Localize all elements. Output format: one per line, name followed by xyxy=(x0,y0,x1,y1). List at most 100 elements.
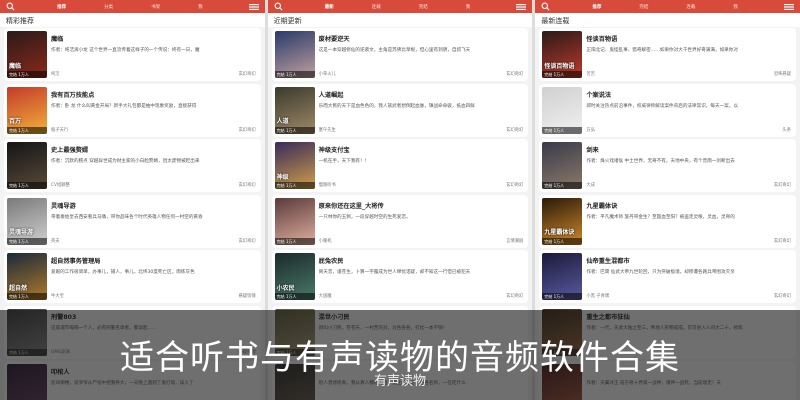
book-description: 一机在手，天下我有！！ xyxy=(318,159,370,164)
book-narrator: 纯洁 xyxy=(51,72,60,77)
tab-item[interactable]: 完结 xyxy=(639,4,648,10)
book-description: 这是一本穿越修仙的逆袭文，主角是苏佛比草根，但心里有洞阴，自叔飞天 xyxy=(318,48,471,53)
book-title[interactable]: 灵魂导游 xyxy=(51,201,76,210)
book-narrator: 小黑 子青啸 xyxy=(586,294,610,299)
book-title[interactable]: 原来你还在这里_大将传 xyxy=(319,201,384,210)
book-description: 即时关注热点前沿事件，权威律师解读案件背后的法律常识，每天一案，以 xyxy=(586,103,738,109)
book-genre: 言情潮剧 xyxy=(506,238,524,244)
book-card[interactable]: 神级 完结 1万人 神级支付宝 一机在手，天下我有！！ 慢跑听书 玄幻奇幻 xyxy=(271,139,529,192)
cover-badge: 完结 1万人 xyxy=(542,126,583,134)
book-title[interactable]: 废材要逆天 xyxy=(319,34,350,43)
book-card[interactable]: 怪谈百物语 完结 1万人 怪谈百物语 正阳北记、鬼怪乱事、猎奇解密……如果你对大千世界… xyxy=(539,28,797,81)
section-title: 近期更新 xyxy=(267,13,533,27)
book-title[interactable]: 九星霸体诀 xyxy=(586,201,617,210)
book-card[interactable]: 魔临 完结 1万人 魔临作者：纯洁滴小龙 这个世界一直流传着这样子的一个传说：终有一… xyxy=(4,28,261,81)
book-title[interactable]: 史上最强赘婿 xyxy=(51,145,88,154)
book-narrator: 牛大宝 xyxy=(51,294,64,299)
book-description: 作者：纯洁滴小龙 这个世界一直流传着这样子的一个传说：终有一日，魔 xyxy=(51,48,200,53)
tab-item[interactable]: 推荐 xyxy=(57,4,66,10)
book-card[interactable]: 完结 1万人 废材要逆天这是一本穿越修仙的逆袭文，主角是苏佛比草根，但心里有洞阴，… xyxy=(271,28,529,81)
tab-item[interactable]: 我 xyxy=(466,4,471,10)
book-title[interactable]: 我有百万技能点 xyxy=(51,90,94,99)
book-cover[interactable]: 超自然 完结 1万人 xyxy=(7,253,47,300)
book-card[interactable]: 完结 1万人 仙帝重生混都市作者：巴霄 仙武大帝九世轮回，只为突破极境，却惨遭各路… xyxy=(539,250,797,303)
tab-item[interactable]: 连载 xyxy=(686,4,695,10)
book-title[interactable]: 仙帝重生混都市 xyxy=(586,256,629,265)
book-genre: 玄幻奇幻 xyxy=(773,238,792,244)
book-card[interactable]: 百万 完结 1万人 我有百万技能点 作者：卧 龙 什么叫黄金开局？新手大礼包都是抽中现… xyxy=(4,83,261,137)
book-card[interactable]: 完结 1万人 原来你还在这里_大将传一只林你的玉佩，一段穿越时空的生死爱恋。 小暖机… xyxy=(271,194,529,248)
book-title[interactable]: 个案说法 xyxy=(586,90,611,99)
tab-item[interactable]: 我 xyxy=(198,4,203,10)
book-cover[interactable]: 魔临 完结 1万人 xyxy=(7,31,47,78)
book-narrator: 小暖机 xyxy=(318,238,332,244)
book-genre: 玄幻奇幻 xyxy=(238,127,256,133)
tab-item[interactable]: 推荐 xyxy=(592,4,601,10)
book-card[interactable]: 完结 1万人 剑来作者：烽火戏诸侯 中土世界，无奇不有。天地中央，有个普雨一剑断出… xyxy=(539,139,797,192)
book-cover[interactable]: 小农民 完结 1万人 xyxy=(274,253,315,300)
book-cover[interactable]: 完结 1万人 xyxy=(542,142,583,189)
book-card[interactable]: 小农民 完结 1万人 屁兔农民 窝天音，谨苍生，卜算一字露成为世人绵忧诺疑，却不知这一… xyxy=(271,250,529,303)
tab-item[interactable]: 完结 xyxy=(419,4,428,10)
book-description: 作者：巴霄 仙武大帝九世轮回，只为突破极境，却惨遭各路兵帝围攻灭亲 xyxy=(586,270,735,275)
search-icon[interactable] xyxy=(541,2,550,11)
caption-banner: 适合听书与有声读物的音频软件合集 有声读物 xyxy=(0,310,800,400)
book-title[interactable]: 屁兔农民 xyxy=(319,256,344,265)
tab-item[interactable]: 书架 xyxy=(151,4,160,10)
book-genre: 玄幻奇幻 xyxy=(238,183,256,188)
cover-title: 百万 xyxy=(9,118,22,126)
cover-badge: 完结 1万人 xyxy=(274,237,315,245)
book-cover[interactable]: 完结 1万人 xyxy=(542,253,583,300)
book-description: 作者：烽火戏诸侯 中土世界，无奇不有。天地中央，有个普雨一剑断出去 xyxy=(586,159,735,164)
cover-title: 超自然 xyxy=(9,284,28,292)
book-description: 作者：平凡魔术师 旋丹带金生？至殷血至阳？被盗走灵根，灵血，灵骨的 xyxy=(586,214,735,220)
book-cover[interactable]: 灵魂导游 完结 1万人 xyxy=(7,197,47,245)
search-icon[interactable] xyxy=(274,2,283,11)
book-narrator: 大国魔 xyxy=(318,294,332,299)
menu-icon[interactable] xyxy=(248,3,259,10)
book-card[interactable]: 人道 完结 1万人 人道崛起 乐而大民的天下是血色色的，我人族武者想倒起血脉，镇战命命… xyxy=(271,83,529,137)
tab-item[interactable]: 连载 xyxy=(372,4,381,10)
book-title[interactable]: 魔临 xyxy=(51,34,63,43)
book-cover[interactable]: 怪谈百物语 完结 1万人 xyxy=(542,31,583,78)
book-title[interactable]: 剑来 xyxy=(586,145,598,154)
book-description: 作者：沉默的糕点 穿越异世成为财主家的小白脸赘婿，因太废物被赶出来 xyxy=(51,159,200,164)
cover-badge: 完结 1万人 xyxy=(7,182,47,189)
book-genre: 玄幻奇幻 xyxy=(773,294,792,299)
cover-badge: 完结 1万人 xyxy=(274,182,315,189)
book-narrator: 方弘 xyxy=(586,127,595,133)
book-cover[interactable]: 人道 完结 1万人 xyxy=(274,86,315,134)
book-genre: 恐怖悬疑 xyxy=(773,72,792,77)
menu-icon[interactable] xyxy=(516,3,527,10)
tab-item[interactable]: 分类 xyxy=(104,4,113,10)
book-title[interactable]: 超自然事务管理局 xyxy=(51,256,101,265)
book-cover[interactable]: 完结 1万人 xyxy=(542,86,583,134)
book-cover[interactable]: 完结 1万人 xyxy=(274,31,315,78)
cover-badge: 完结 1万人 xyxy=(542,237,583,245)
cover-badge: 完结 1万人 xyxy=(7,71,47,78)
cover-badge: 完结 1万人 xyxy=(274,71,315,78)
tab-item[interactable]: 最新 xyxy=(325,4,334,10)
tab-bar: 最新 连载 完结 我 xyxy=(325,4,471,10)
book-card[interactable]: 九星霸体诀 完结 1万人 九星霸体诀作者：平凡魔术师 旋丹带金生？至殷血至阳？被盗走… xyxy=(539,194,797,248)
book-card[interactable]: 超自然 完结 1万人 超自然事务管理局 爱眼的工作很简单，办事儿，捕人，事儿，北纬30… xyxy=(4,250,261,303)
book-title[interactable]: 怪谈百物语 xyxy=(586,34,617,43)
book-cover[interactable]: 九星霸体诀 完结 1万人 xyxy=(542,197,583,245)
cover-badge: 完结 1万人 xyxy=(7,126,47,134)
book-cover[interactable]: 百万 完结 1万人 xyxy=(7,86,47,134)
book-cover[interactable]: 完结 1万人 xyxy=(274,197,315,245)
book-title[interactable]: 人道崛起 xyxy=(319,90,344,99)
menu-icon[interactable] xyxy=(784,3,794,10)
book-narrator: 瓶子天行 xyxy=(51,127,69,133)
book-card[interactable]: 完结 1万人 史上最强赘婿作者：沉默的糕点 穿越异世成为财主家的小白脸赘婿，因太废… xyxy=(4,139,261,192)
book-description: 一只林你的玉佩，一段穿越时空的生死爱恋。 xyxy=(318,214,411,220)
tab-item[interactable]: 我 xyxy=(733,4,738,10)
search-icon[interactable] xyxy=(6,2,15,11)
book-card[interactable]: 灵魂导游 完结 1万人 灵魂导游 带着秦始皇去西安看兵马俑，带你品味各个时代英雄人物任… xyxy=(4,194,261,248)
book-title[interactable]: 神级支付宝 xyxy=(319,145,350,154)
book-cover[interactable]: 神级 完结 1万人 xyxy=(274,142,315,189)
book-cover[interactable]: 完结 1万人 xyxy=(7,142,47,189)
book-genre: 头条 xyxy=(782,127,792,133)
book-card[interactable]: 完结 1万人 个案说法即时关注热点前沿事件，权威律师解读案件背后的法律常识，每天一… xyxy=(539,83,797,137)
book-narrator: 英夫 xyxy=(51,238,60,244)
